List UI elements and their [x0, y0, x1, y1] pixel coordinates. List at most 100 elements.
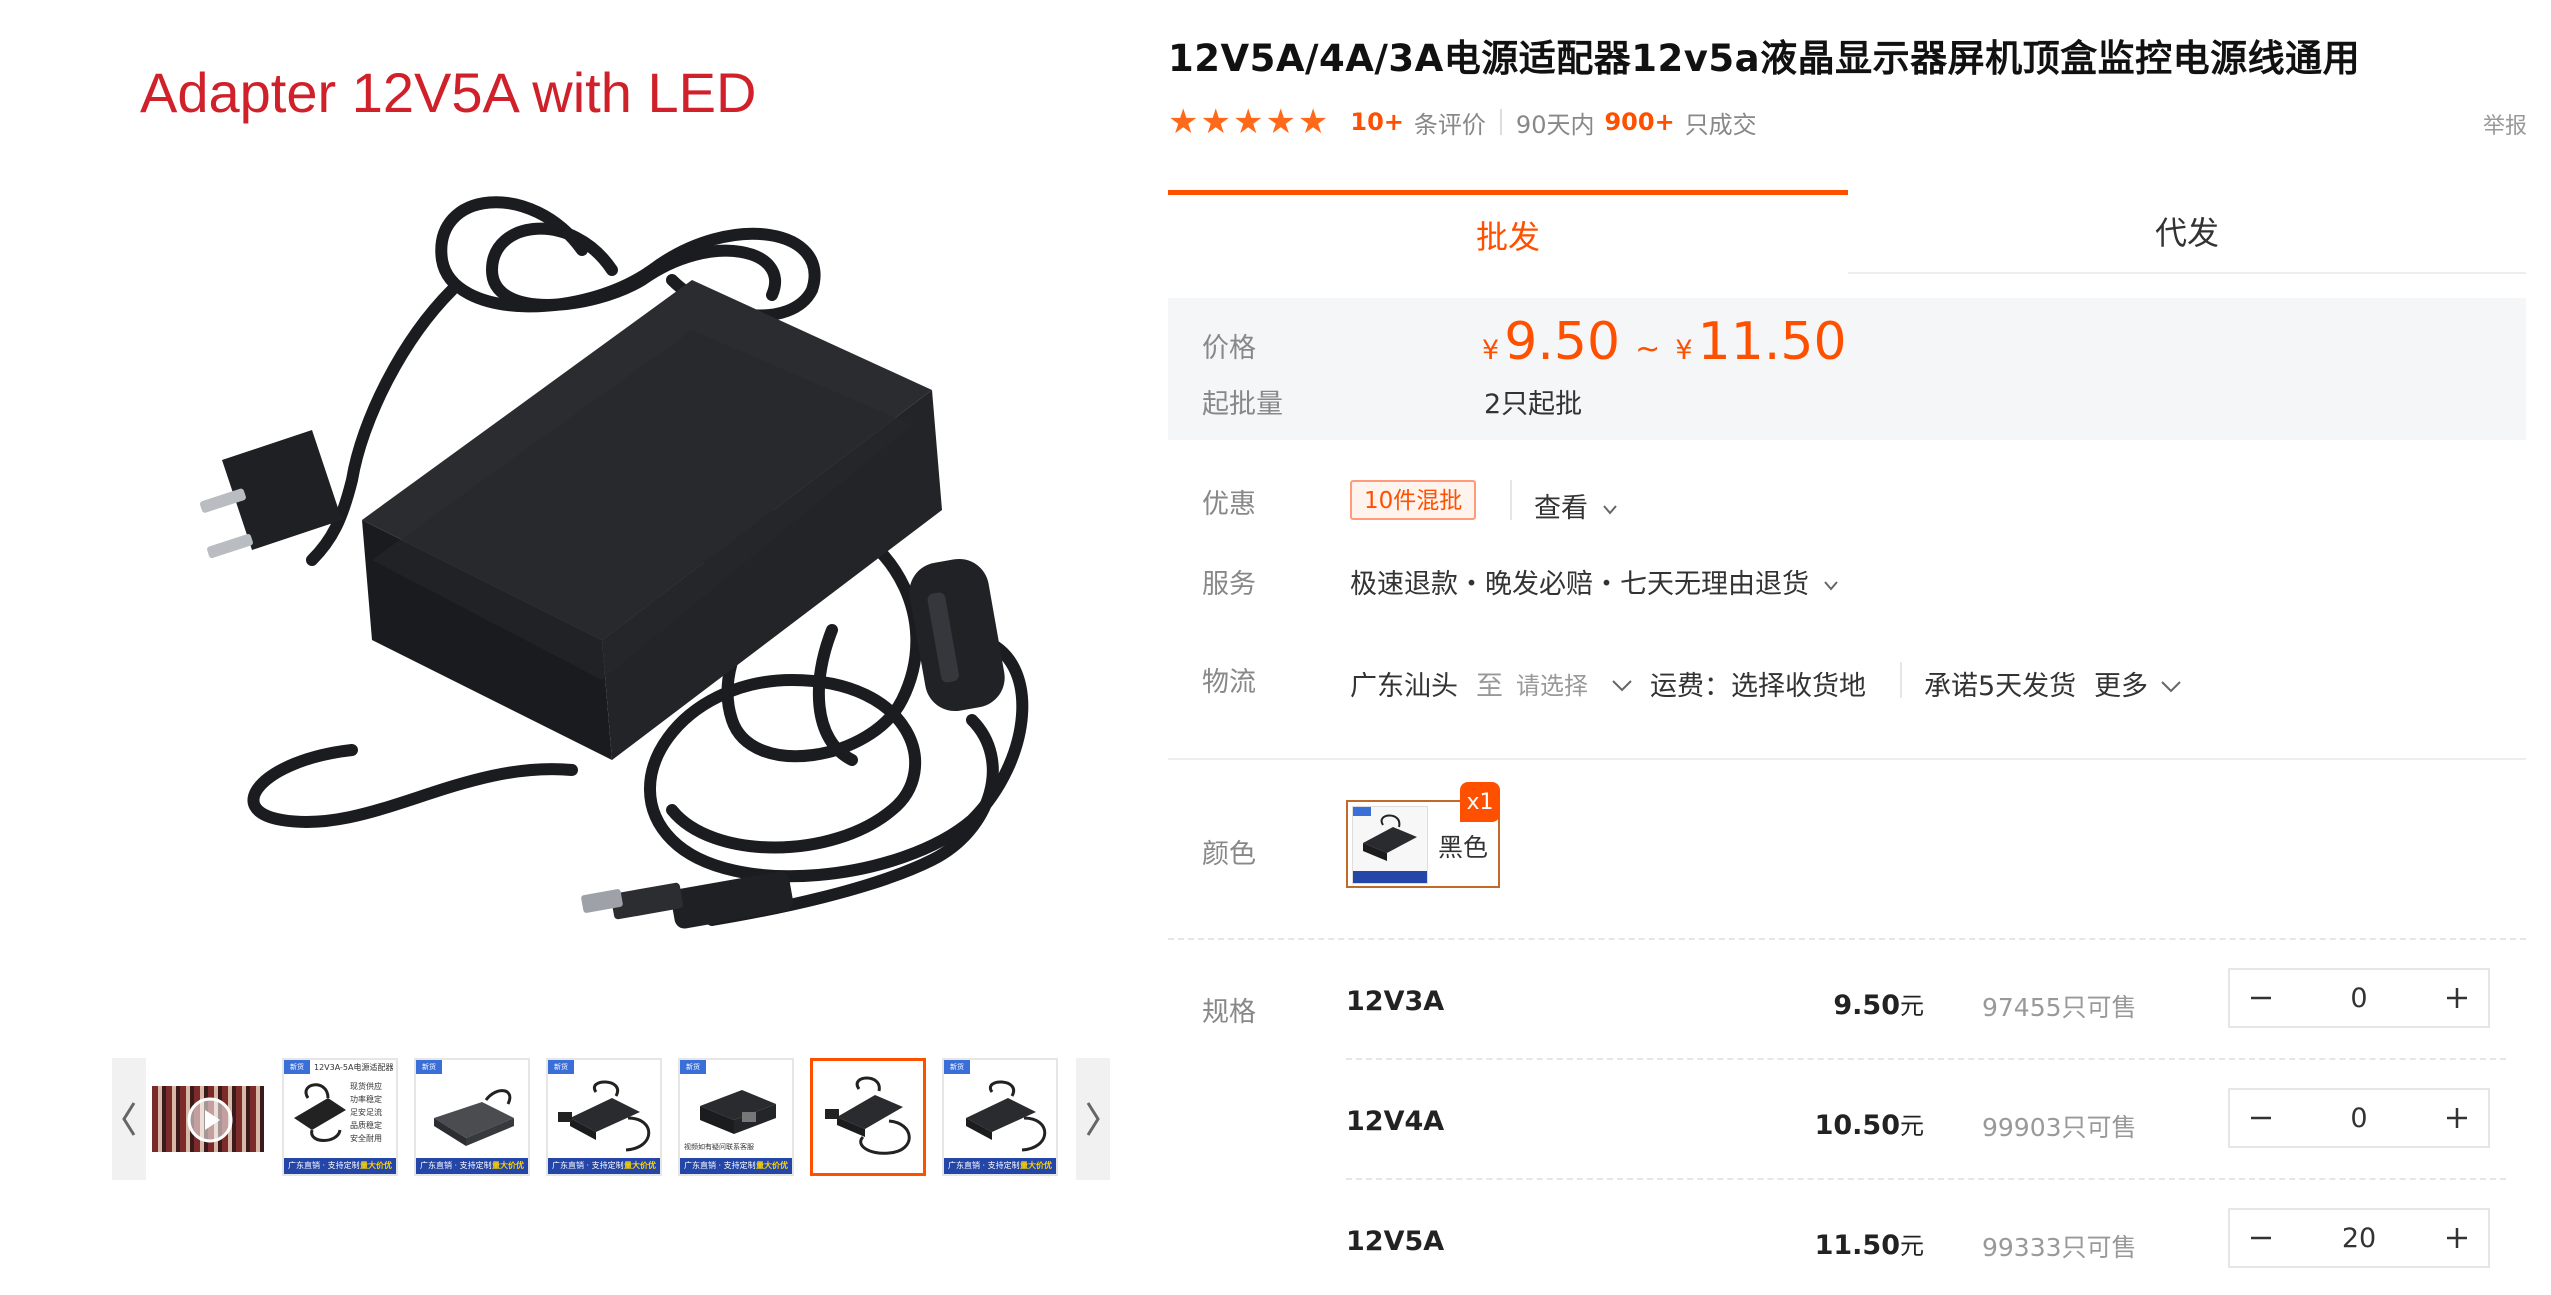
- thumb-corner-tag: 新货: [416, 1060, 442, 1074]
- destination-select[interactable]: 请选择: [1516, 666, 1634, 701]
- logistics-to: 至: [1476, 671, 1503, 702]
- adapter-thumb-icon: [825, 1076, 911, 1155]
- thumb-corner-tag: 新货: [680, 1060, 706, 1074]
- increment-button[interactable]: [2426, 1090, 2488, 1146]
- decrement-button[interactable]: [2230, 1210, 2292, 1266]
- thumbnail-image[interactable]: 新货 12V3A-5A电源适配器 现货供应 功率稳定 足安足流 品质稳定 安全耐…: [282, 1058, 398, 1176]
- tab-wholesale[interactable]: 批发: [1168, 190, 1848, 274]
- moq-label: 起批量: [1202, 389, 1283, 420]
- thumb-corner-tag: 新货: [284, 1060, 310, 1074]
- price-range: ¥ 9.50 ~ ¥ 11.50: [1482, 312, 1847, 372]
- thumb-footer-tag: 广东直销 · 支持定制 量大价优: [944, 1158, 1056, 1174]
- service-text: 极速退款・晚发必赔・七天无理由退货: [1350, 569, 1809, 600]
- quantity-input[interactable]: 0: [2292, 983, 2426, 1014]
- adapter-thumb-icon: [1353, 807, 1427, 883]
- spec-price: 10.50元: [1814, 1110, 1924, 1141]
- report-link[interactable]: 举报: [2483, 108, 2527, 140]
- thumb-banner-text: 12V3A-5A电源适配器: [314, 1063, 394, 1072]
- adapter-thumb-icon: [294, 1083, 346, 1142]
- rating-stars-icon: ★★★★★: [1168, 102, 1331, 142]
- thumb-line: 功率稳定: [350, 1095, 382, 1104]
- minus-icon: [2251, 996, 2271, 1000]
- currency-symbol: ¥: [1482, 335, 1500, 366]
- thumbnail-video[interactable]: [150, 1058, 266, 1176]
- thumbnail-image[interactable]: 新货 广东直销 · 支持定制 量大价优: [546, 1058, 662, 1176]
- tab-dropship[interactable]: 代发: [1848, 190, 2526, 274]
- spec-stock: 99333只可售: [1982, 1233, 2137, 1262]
- chevron-down-icon: [2160, 681, 2181, 693]
- minus-icon: [2251, 1116, 2271, 1120]
- color-option-thumbnail: [1352, 806, 1428, 884]
- period-label: 90天内: [1515, 110, 1595, 139]
- promo-view-label: 查看: [1534, 493, 1588, 524]
- chevron-down-icon: [1611, 680, 1632, 692]
- thumbnail-image[interactable]: 新货 广东直销 · 支持定制 量大价优: [414, 1058, 530, 1176]
- service-label: 服务: [1202, 569, 1256, 600]
- increment-button[interactable]: [2426, 1210, 2488, 1266]
- thumb-line: 现货供应: [350, 1082, 382, 1091]
- minus-icon: [2251, 1236, 2271, 1240]
- adapter-thumb-icon: [434, 1089, 514, 1146]
- thumbnail-image-active[interactable]: [810, 1058, 926, 1176]
- review-label[interactable]: 条评价: [1414, 105, 1486, 140]
- color-option-label: 黑色: [1438, 833, 1489, 862]
- promo-badge[interactable]: 10件混批: [1350, 480, 1477, 520]
- price-max: 11.50: [1697, 312, 1847, 372]
- sold-label: 只成交: [1684, 110, 1757, 139]
- logistics-more[interactable]: 更多: [2094, 664, 2183, 703]
- thumbnail-image[interactable]: 新货 视频如有疑问联系客服 广东直销 · 支持定制 量大价优: [678, 1058, 794, 1176]
- adapter-thumb-icon: [966, 1080, 1047, 1152]
- plus-icon: [2447, 1228, 2467, 1248]
- quantity-input[interactable]: 20: [2292, 1223, 2426, 1254]
- sold-count: 900+: [1604, 108, 1675, 136]
- chevron-right-icon: [1086, 1102, 1100, 1136]
- plus-icon: [2447, 1108, 2467, 1128]
- product-title: 12V5A/4A/3A电源适配器12v5a液晶显示器屏机顶盒监控电源线通用: [1168, 37, 2361, 80]
- spec-label: 规格: [1202, 997, 1256, 1028]
- thumb-line: 安全耐用: [350, 1134, 382, 1143]
- destination-select-label: 请选择: [1516, 672, 1588, 700]
- thumb-line: 足安足流: [350, 1108, 382, 1117]
- price-tilde: ~: [1635, 332, 1661, 367]
- thumb-note: 视频如有疑问联系客服: [684, 1143, 754, 1151]
- logistics-more-label: 更多: [2094, 671, 2148, 702]
- rating-row: ★★★★★ 10+ 条评价 90天内 900+ 只成交: [1168, 100, 1757, 144]
- thumb-prev-button[interactable]: [112, 1058, 146, 1180]
- price-min: 9.50: [1504, 312, 1621, 372]
- divider: [1510, 480, 1512, 520]
- selected-count-badge: x1: [1460, 782, 1500, 822]
- spec-stock: 97455只可售: [1982, 993, 2137, 1022]
- divider: [1900, 662, 1902, 698]
- play-icon: [187, 1097, 233, 1143]
- main-product-image: Adapter 12V5A with LED: [112, 40, 1072, 950]
- spec-name: 12V3A: [1346, 986, 1445, 1017]
- thumb-line: 品质稳定: [350, 1121, 382, 1130]
- spec-price: 11.50元: [1814, 1230, 1924, 1261]
- promo-view-link[interactable]: 查看: [1534, 486, 1619, 525]
- currency-symbol: ¥: [1675, 335, 1693, 366]
- shipping-fee[interactable]: 运费：选择收货地: [1650, 664, 1866, 703]
- spec-name: 12V4A: [1346, 1106, 1445, 1137]
- thumb-footer-tag: 广东直销 · 支持定制 量大价优: [680, 1158, 792, 1174]
- decrement-button[interactable]: [2230, 1090, 2292, 1146]
- chevron-down-icon: [1823, 581, 1838, 591]
- moq-value: 2只起批: [1484, 389, 1583, 420]
- quantity-stepper: 0: [2228, 1088, 2490, 1148]
- image-caption: Adapter 12V5A with LED: [140, 61, 757, 124]
- service-info[interactable]: 极速退款・晚发必赔・七天无理由退货: [1350, 562, 1840, 601]
- thumbnail-image[interactable]: 新货 广东直销 · 支持定制 量大价优: [942, 1058, 1058, 1176]
- increment-button[interactable]: [2426, 970, 2488, 1026]
- thumb-footer-tag: 广东直销 · 支持定制 量大价优: [284, 1158, 396, 1174]
- color-label: 颜色: [1202, 839, 1256, 870]
- row-divider: [1346, 1058, 2506, 1060]
- logistics-label: 物流: [1202, 667, 1256, 698]
- spec-stock: 99903只可售: [1982, 1113, 2137, 1142]
- review-count[interactable]: 10+: [1350, 108, 1404, 136]
- adapter-thumb-icon: [558, 1080, 651, 1152]
- thumb-next-button[interactable]: [1076, 1058, 1110, 1180]
- section-divider: [1168, 938, 2526, 940]
- quantity-input[interactable]: 0: [2292, 1103, 2426, 1134]
- divider: [1499, 109, 1502, 135]
- decrement-button[interactable]: [2230, 970, 2292, 1026]
- price-label: 价格: [1202, 333, 1256, 364]
